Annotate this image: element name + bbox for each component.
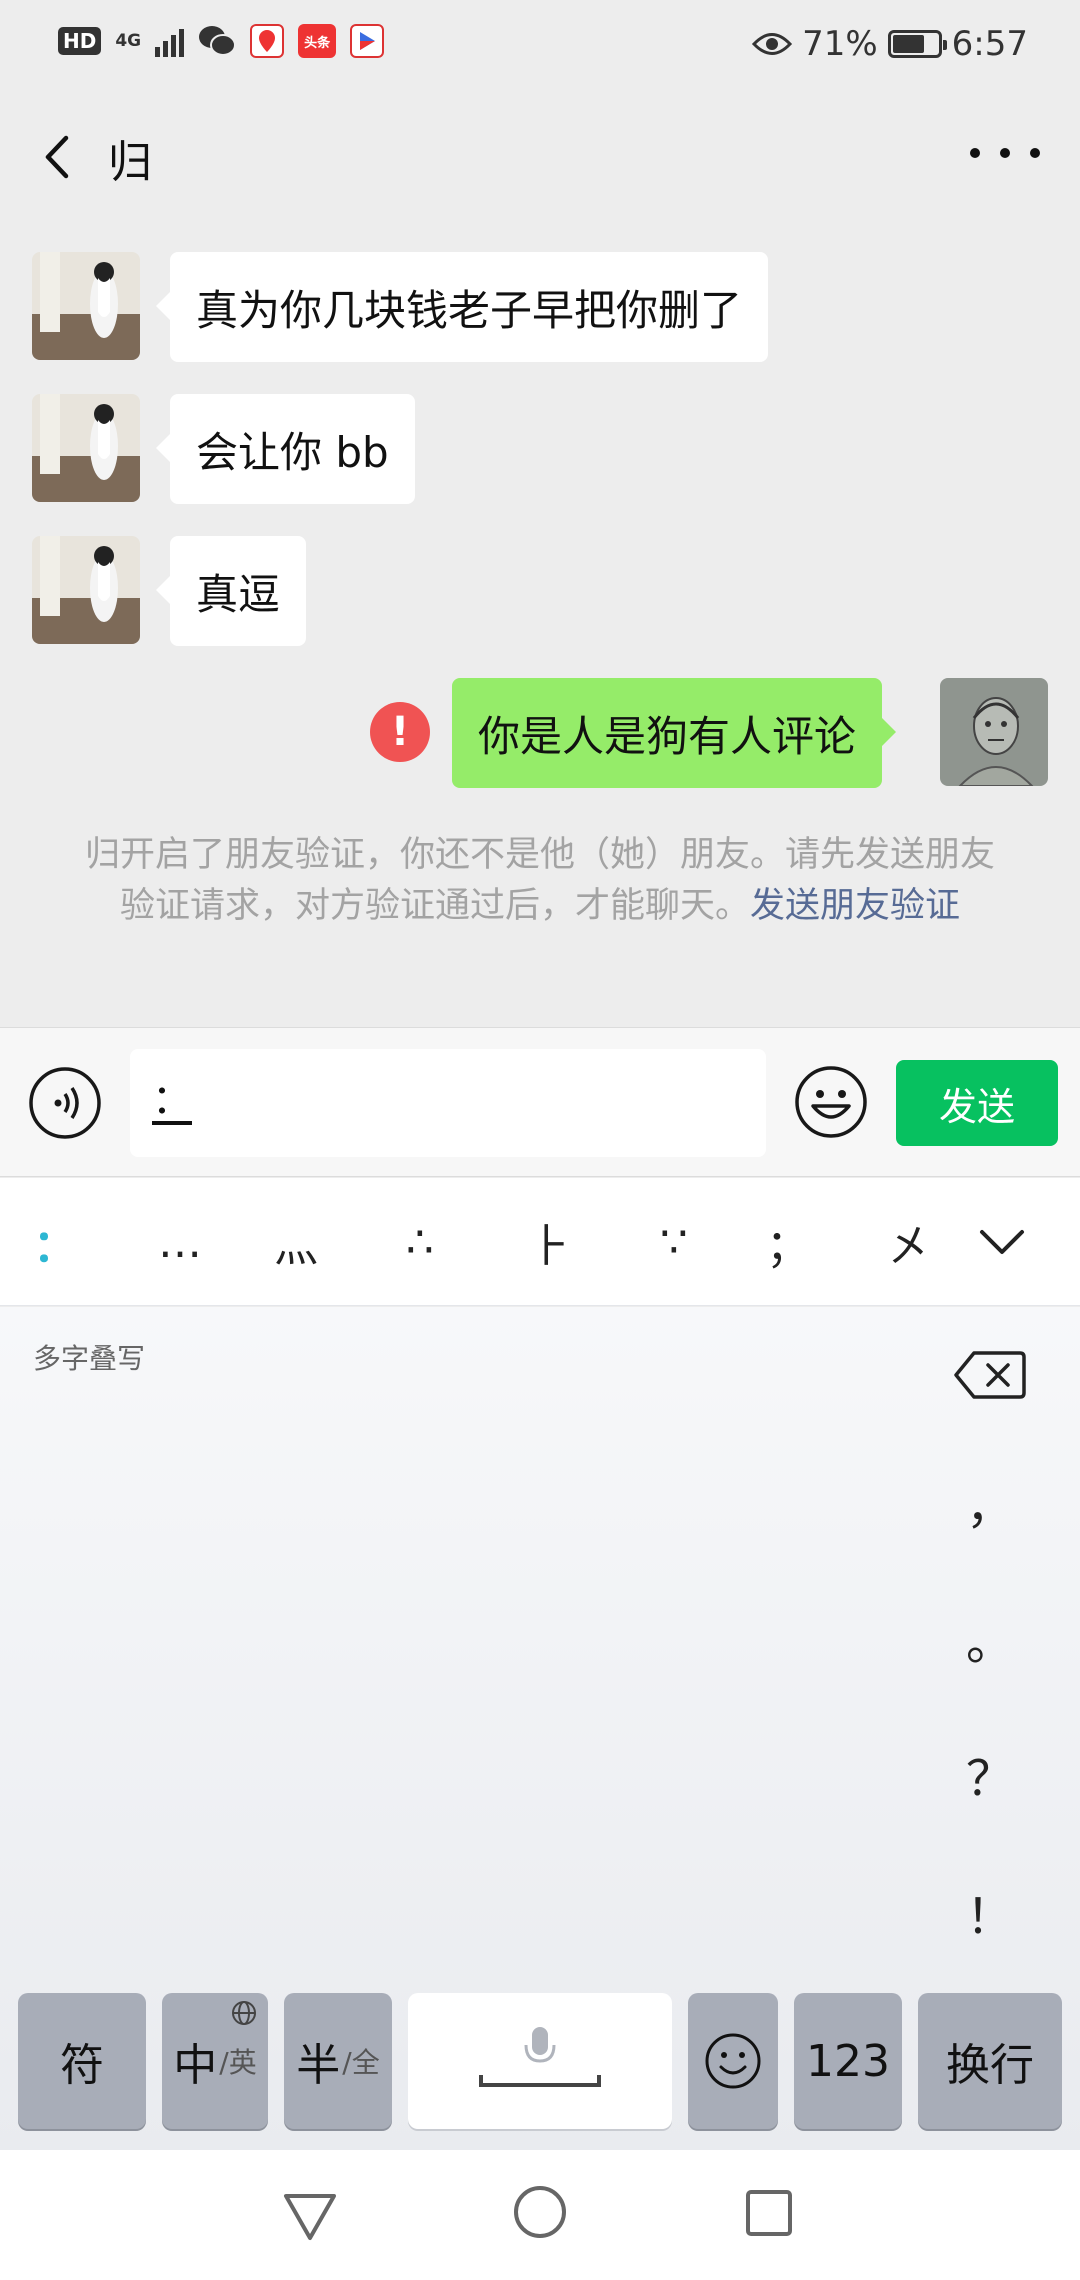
language-switch-key[interactable]: 中/英 xyxy=(162,1993,268,2129)
system-nav-bar xyxy=(0,2150,1080,2280)
punctuation-key[interactable]: ， xyxy=(950,1467,1030,1537)
battery-percent: 71% xyxy=(802,24,878,64)
contact-avatar[interactable] xyxy=(32,252,140,360)
handwriting-hint: 多字叠写 xyxy=(33,1342,146,1375)
back-arrow-icon[interactable] xyxy=(30,122,90,192)
candidate-item[interactable]: ∵ xyxy=(634,1178,714,1306)
battery-level xyxy=(892,35,924,53)
width-main-label: 半 xyxy=(296,2040,341,2091)
punctuation-key[interactable]: 。 xyxy=(950,1603,1030,1673)
candidate-item[interactable]: … xyxy=(140,1178,220,1306)
eye-icon xyxy=(752,33,793,55)
emoji-key[interactable] xyxy=(688,1993,778,2129)
chat-title: 归 xyxy=(108,137,152,188)
message-bubble[interactable]: 真为你几块钱老子早把你删了 xyxy=(155,252,769,362)
language-sub-label: /英 xyxy=(219,2046,257,2079)
message-input[interactable]: ： xyxy=(130,1049,766,1157)
send-button[interactable]: 发送 xyxy=(896,1060,1058,1146)
contact-avatar[interactable] xyxy=(32,536,140,644)
candidate-item[interactable]: ： xyxy=(20,1178,90,1306)
more-options-icon[interactable] xyxy=(970,128,1040,178)
candidate-item[interactable]: ； xyxy=(748,1178,828,1306)
status-icons-right: 71% 6:57 xyxy=(752,24,1028,64)
chevron-down-icon[interactable] xyxy=(972,1214,1032,1270)
video-app-icon xyxy=(350,24,385,58)
battery-icon xyxy=(887,30,947,58)
globe-icon xyxy=(232,2001,256,2025)
chat-header: 归 xyxy=(0,92,1080,222)
input-bar: ： 发送 xyxy=(0,1027,1080,1177)
candidate-item[interactable]: 㐅 xyxy=(874,1178,944,1306)
nav-home-icon[interactable] xyxy=(512,2184,568,2240)
location-app-icon xyxy=(250,24,285,58)
nav-back-icon[interactable] xyxy=(282,2190,338,2242)
wechat-icon xyxy=(199,26,237,56)
punctuation-key[interactable]: ！ xyxy=(950,1877,1030,1947)
punctuation-key[interactable]: ？ xyxy=(950,1739,1030,1809)
send-verification-link[interactable]: 发送朋友验证 xyxy=(750,886,960,926)
nav-recents-icon[interactable] xyxy=(744,2188,794,2238)
contact-avatar[interactable] xyxy=(32,394,140,502)
my-avatar[interactable] xyxy=(940,678,1048,786)
handwriting-keyboard[interactable]: 多字叠写 ， 。 ？ ！ 符 中/英 半/全 123 换行 xyxy=(0,1307,1080,2150)
signal-icon xyxy=(155,25,185,57)
status-bar: HD 4G 头条 71% 6:57 xyxy=(0,0,1080,92)
language-main-label: 中 xyxy=(173,2040,218,2091)
system-notice: 归开启了朋友验证，你还不是他（她）朋友。请先发送朋友验证请求，对方验证通过后，才… xyxy=(80,830,1000,932)
hd-icon: HD xyxy=(58,27,102,55)
enter-key[interactable]: 换行 xyxy=(918,1993,1062,2129)
network-type: 4G xyxy=(115,31,142,51)
emoji-icon[interactable] xyxy=(793,1064,869,1140)
candidate-item[interactable]: ∴ xyxy=(380,1178,460,1306)
microphone-icon xyxy=(479,2027,601,2087)
candidate-bar: ： … 灬 ∴ ⺊ ∵ ； 㐅 xyxy=(0,1178,1080,1306)
message-input-value: ： xyxy=(152,1077,192,1123)
smiley-icon xyxy=(705,2033,761,2089)
width-sub-label: /全 xyxy=(342,2046,380,2079)
candidate-item[interactable]: ⺊ xyxy=(510,1178,590,1306)
toutiao-icon: 头条 xyxy=(298,24,337,58)
voice-input-icon[interactable] xyxy=(28,1066,102,1140)
backspace-icon[interactable] xyxy=(954,1349,1026,1401)
candidate-item[interactable]: 灬 xyxy=(256,1178,336,1306)
message-bubble[interactable]: 会让你 bb xyxy=(156,394,415,504)
send-failed-icon[interactable]: ! xyxy=(370,702,430,762)
message-bubble[interactable]: 真逗 xyxy=(155,536,307,646)
numeric-key[interactable]: 123 xyxy=(794,1993,902,2129)
space-key[interactable] xyxy=(408,1993,672,2129)
message-bubble-sent[interactable]: 你是人是狗有人评论 xyxy=(452,678,897,788)
symbol-key[interactable]: 符 xyxy=(18,1993,146,2129)
status-icons-left: HD 4G 头条 xyxy=(58,24,385,58)
width-switch-key[interactable]: 半/全 xyxy=(284,1993,392,2129)
clock: 6:57 xyxy=(951,24,1028,64)
